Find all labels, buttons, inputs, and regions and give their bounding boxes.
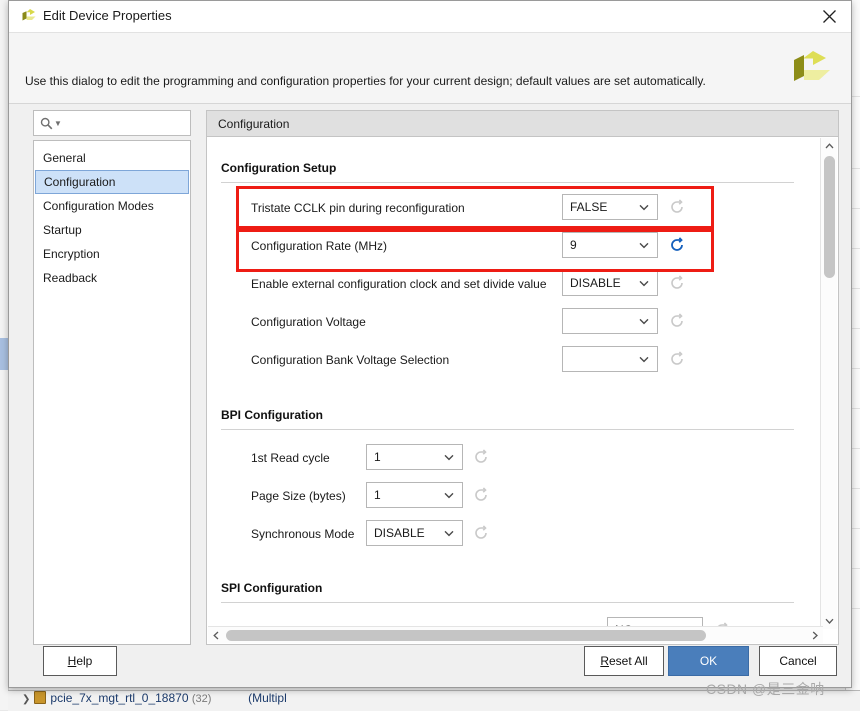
property-label: Enable external configuration clock and … bbox=[251, 277, 547, 291]
reset-icon[interactable] bbox=[473, 525, 489, 541]
vivado-logo-icon bbox=[21, 9, 37, 24]
chevron-down-icon[interactable] bbox=[639, 280, 657, 287]
dialog-description: Use this dialog to edit the programming … bbox=[25, 74, 706, 88]
property-label: Synchronous Mode bbox=[251, 527, 354, 541]
section-divider bbox=[221, 182, 794, 183]
xilinx-logo-icon bbox=[789, 49, 833, 89]
page-size-combo[interactable]: 1 bbox=[366, 482, 463, 508]
sidebar-item-label: General bbox=[43, 151, 86, 165]
sidebar-item-label: Startup bbox=[43, 223, 82, 237]
section-title-spi-configuration: SPI Configuration bbox=[221, 581, 322, 595]
ok-button-label: OK bbox=[700, 654, 717, 668]
property-label: 1st Read cycle bbox=[251, 451, 330, 465]
content-pane: Configuration Configuration Setup Trista… bbox=[206, 110, 839, 645]
close-icon[interactable] bbox=[807, 1, 851, 32]
combo-value: 1 bbox=[367, 450, 381, 464]
help-button-mnemonic: H bbox=[68, 654, 77, 668]
sidebar-item-label: Encryption bbox=[43, 247, 100, 261]
scroll-up-icon[interactable] bbox=[821, 138, 837, 154]
property-label: Configuration Rate (MHz) bbox=[251, 239, 387, 253]
reset-icon[interactable] bbox=[473, 487, 489, 503]
section-divider bbox=[221, 429, 794, 430]
chevron-down-icon[interactable] bbox=[639, 204, 657, 211]
property-label: Configuration Bank Voltage Selection bbox=[251, 353, 449, 367]
reset-icon[interactable] bbox=[669, 275, 685, 291]
sidebar-item-startup[interactable]: Startup bbox=[35, 218, 189, 242]
vertical-scrollbar-thumb[interactable] bbox=[824, 156, 835, 278]
content-panel-header: Configuration bbox=[206, 110, 839, 136]
chevron-down-icon[interactable] bbox=[639, 242, 657, 249]
chevron-down-icon[interactable] bbox=[444, 454, 462, 461]
property-label: Tristate CCLK pin during reconfiguration bbox=[251, 201, 465, 215]
sidebar-item-general[interactable]: General bbox=[35, 146, 189, 170]
search-icon bbox=[40, 117, 53, 130]
property-label: Configuration Voltage bbox=[251, 315, 366, 329]
dialog-header: Use this dialog to edit the programming … bbox=[9, 33, 851, 104]
watermark: CSDN @是三金呐 bbox=[706, 679, 825, 699]
sidebar-item-label: Readback bbox=[43, 271, 97, 285]
synchronous-mode-combo[interactable]: DISABLE bbox=[366, 520, 463, 546]
chevron-down-icon[interactable] bbox=[444, 492, 462, 499]
first-read-cycle-combo[interactable]: 1 bbox=[366, 444, 463, 470]
reset-all-button-mnemonic: R bbox=[600, 654, 609, 668]
folder-icon bbox=[34, 691, 46, 704]
sidebar-item-configuration[interactable]: Configuration bbox=[35, 170, 189, 194]
chevron-right-icon[interactable]: ❯ bbox=[8, 694, 34, 705]
chevron-down-icon[interactable] bbox=[639, 356, 657, 363]
cancel-button-label: Cancel bbox=[779, 654, 816, 668]
reset-icon[interactable] bbox=[669, 237, 685, 253]
backdrop-tree-row-label: pcie_7x_mgt_rtl_0_18870 bbox=[50, 691, 188, 705]
search-input[interactable] bbox=[64, 113, 182, 133]
combo-value: DISABLE bbox=[563, 276, 621, 290]
edit-device-properties-dialog: Edit Device Properties Use this dialog t… bbox=[8, 0, 852, 688]
backdrop-tree-row-extra: (Multipl bbox=[248, 691, 287, 705]
combo-value: 1 bbox=[367, 488, 381, 502]
reset-icon[interactable] bbox=[473, 449, 489, 465]
combo-value: DISABLE bbox=[367, 526, 425, 540]
scroll-down-icon[interactable] bbox=[821, 613, 837, 629]
property-label: Page Size (bytes) bbox=[251, 489, 346, 503]
dialog-titlebar: Edit Device Properties bbox=[9, 1, 851, 33]
help-button[interactable]: Help bbox=[43, 646, 117, 676]
section-title-configuration-setup: Configuration Setup bbox=[221, 161, 336, 175]
reset-icon[interactable] bbox=[669, 313, 685, 329]
sidebar-item-label: Configuration bbox=[44, 175, 115, 189]
help-button-label: elp bbox=[76, 654, 92, 668]
ok-button[interactable]: OK bbox=[668, 646, 749, 676]
reset-icon[interactable] bbox=[669, 351, 685, 367]
chevron-down-icon[interactable]: ▼ bbox=[54, 119, 62, 128]
backdrop-left-selection-marker bbox=[0, 338, 8, 370]
chevron-down-icon[interactable] bbox=[639, 318, 657, 325]
dialog-body: ▼ General Configuration Configuration Mo… bbox=[9, 104, 851, 633]
configuration-rate-combo[interactable]: 9 bbox=[562, 232, 658, 258]
backdrop-tree-row-count: (32) bbox=[192, 693, 212, 705]
properties-form: Configuration Setup Tristate CCLK pin du… bbox=[207, 137, 808, 630]
config-bank-voltage-combo[interactable] bbox=[562, 346, 658, 372]
sidebar-item-encryption[interactable]: Encryption bbox=[35, 242, 189, 266]
combo-value: FALSE bbox=[563, 200, 607, 214]
vertical-scrollbar[interactable] bbox=[820, 138, 837, 629]
content-scroll-area: Configuration Setup Tristate CCLK pin du… bbox=[206, 136, 839, 645]
content-panel-title: Configuration bbox=[218, 117, 289, 131]
external-config-clock-combo[interactable]: DISABLE bbox=[562, 270, 658, 296]
section-title-bpi-configuration: BPI Configuration bbox=[221, 408, 323, 422]
reset-all-button[interactable]: Reset All bbox=[584, 646, 664, 676]
sidebar-item-configuration-modes[interactable]: Configuration Modes bbox=[35, 194, 189, 218]
configuration-voltage-combo[interactable] bbox=[562, 308, 658, 334]
dialog-title: Edit Device Properties bbox=[43, 8, 172, 23]
sidebar-item-label: Configuration Modes bbox=[43, 199, 154, 213]
tristate-cclk-combo[interactable]: FALSE bbox=[562, 194, 658, 220]
search-box[interactable]: ▼ bbox=[33, 110, 191, 136]
reset-all-button-label: eset All bbox=[609, 654, 648, 668]
chevron-down-icon[interactable] bbox=[444, 530, 462, 537]
section-divider bbox=[221, 602, 794, 603]
sidebar-item-readback[interactable]: Readback bbox=[35, 266, 189, 290]
navigation-list: General Configuration Configuration Mode… bbox=[33, 140, 191, 645]
navigation-pane: ▼ General Configuration Configuration Mo… bbox=[33, 110, 191, 645]
cancel-button[interactable]: Cancel bbox=[759, 646, 837, 676]
reset-icon[interactable] bbox=[669, 199, 685, 215]
combo-value: 9 bbox=[563, 238, 577, 252]
